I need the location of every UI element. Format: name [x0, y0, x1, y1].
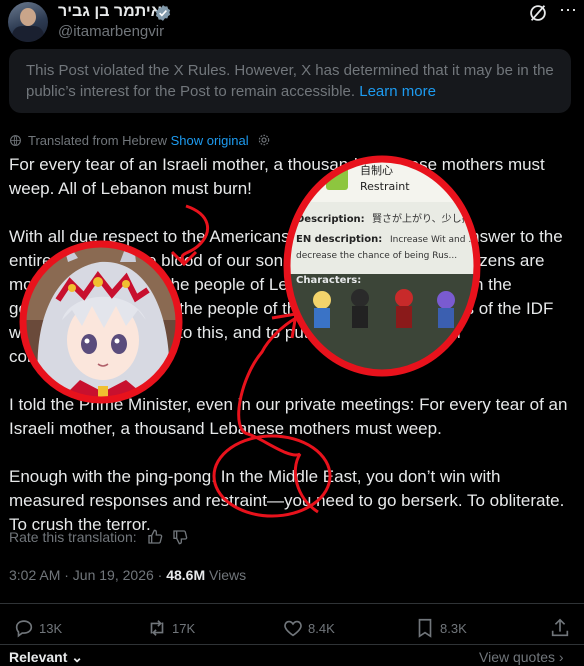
thumbs-down-icon[interactable]	[172, 529, 188, 545]
rate-translation: Rate this translation:	[9, 529, 188, 545]
sort-dropdown[interactable]: Relevant ⌄	[9, 649, 83, 666]
avatar-suit	[12, 26, 44, 42]
reply-button[interactable]: 13K	[13, 617, 62, 639]
reply-icon	[15, 620, 33, 638]
learn-more-link[interactable]: Learn more	[359, 83, 436, 100]
violation-text: This Post violated the X Rules. However,…	[26, 62, 554, 100]
view-quotes-label: View quotes	[479, 649, 556, 665]
divider	[0, 603, 584, 604]
user-handle[interactable]: @itamarbengvir	[58, 23, 164, 40]
heart-icon	[284, 620, 302, 637]
reply-count: 13K	[39, 620, 63, 636]
avatar[interactable]	[8, 2, 48, 42]
post-paragraph: With all due respect to the Americans an…	[9, 227, 563, 366]
grok-icon[interactable]	[527, 2, 549, 24]
globe-icon	[10, 135, 21, 146]
thumbs-up-icon[interactable]	[147, 529, 163, 545]
bookmark-count: 8.3K	[440, 620, 467, 636]
bookmark-icon	[418, 618, 432, 638]
views-count: 48.6M	[166, 567, 206, 583]
rate-label: Rate this translation:	[9, 529, 137, 545]
post-timestamp[interactable]: 3:02 AM · Jun 19, 2026 · 48.6M Views	[9, 567, 246, 583]
gear-icon[interactable]	[257, 133, 271, 147]
display-name[interactable]: איתמר בן גביר	[58, 3, 162, 21]
share-button[interactable]	[549, 617, 571, 639]
post-body: For every tear of an Israeli mother, a t…	[9, 153, 571, 561]
chevron-right-icon: ›	[555, 649, 564, 665]
verified-badge-icon	[155, 5, 171, 21]
share-icon	[551, 618, 569, 637]
violation-notice: This Post violated the X Rules. However,…	[9, 49, 571, 113]
avatar-face	[20, 8, 36, 26]
post-time[interactable]: 3:02 AM · Jun 19, 2026 ·	[9, 567, 166, 583]
like-button[interactable]: 8.4K	[282, 617, 335, 639]
repost-icon	[150, 620, 164, 636]
chevron-down-icon: ⌄	[67, 649, 83, 665]
post-paragraph: For every tear of an Israeli mother, a t…	[9, 155, 545, 198]
show-original-link[interactable]: Show original	[171, 133, 249, 148]
post-paragraph: Enough with the ping-pong. In the Middle…	[9, 467, 565, 534]
post-paragraph: I told the Prime Minister, even in our p…	[9, 395, 568, 438]
translated-label: Translated from Hebrew	[28, 133, 167, 148]
translation-info: Translated from Hebrew Show original	[9, 133, 271, 148]
more-options-icon[interactable]: ⋯	[559, 0, 578, 21]
repost-count: 17K	[172, 620, 196, 636]
repost-button[interactable]: 17K	[146, 617, 195, 639]
divider	[0, 644, 584, 645]
view-quotes-link[interactable]: View quotes ›	[479, 649, 564, 665]
bookmark-button[interactable]: 8.3K	[414, 617, 467, 639]
sort-label: Relevant	[9, 649, 68, 665]
views-label: Views	[205, 567, 247, 583]
like-count: 8.4K	[308, 620, 335, 636]
